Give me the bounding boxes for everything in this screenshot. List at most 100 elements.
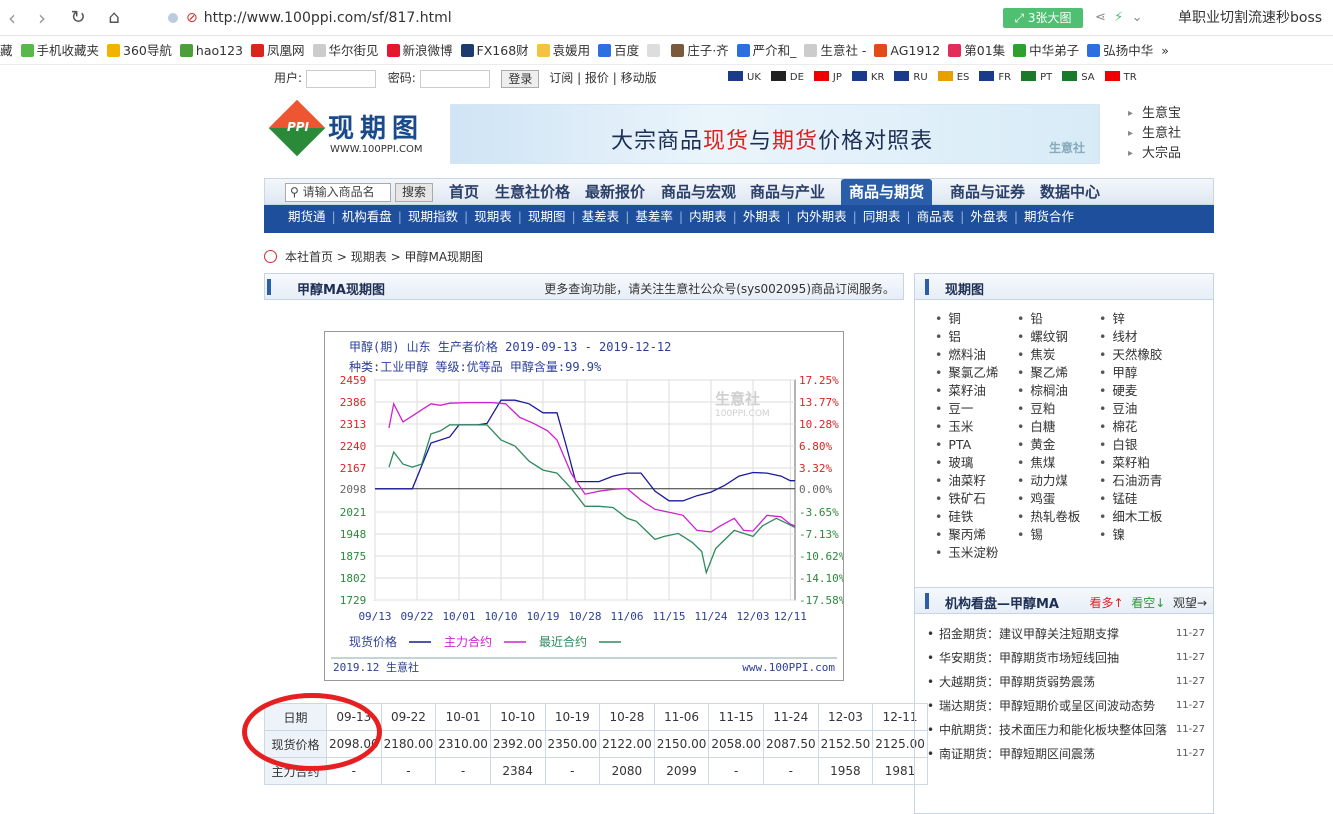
back-icon[interactable]: ‹ xyxy=(0,6,24,30)
nav-macro[interactable]: 商品与宏观 xyxy=(661,179,736,205)
bookmark-6[interactable]: 新浪微博 xyxy=(386,37,453,64)
address-bar[interactable]: ⊘ http://www.100ppi.com/sf/817.html xyxy=(160,7,990,29)
bookmark-2[interactable]: 360导航 xyxy=(107,37,172,64)
commodity-link[interactable]: PTA xyxy=(935,436,971,454)
bookmark-4[interactable]: 凤凰网 xyxy=(250,37,305,64)
commodity-link[interactable]: 豆油 xyxy=(1099,400,1137,418)
nav-industry[interactable]: 商品与产业 xyxy=(750,179,825,205)
institution-item[interactable]: 瑞达期货：甲醇短期价或呈区间波动态势 11-27 xyxy=(915,694,1213,718)
sub-nav-item-5[interactable]: 基差表 xyxy=(582,209,620,224)
nav-data[interactable]: 数据中心 xyxy=(1040,179,1100,205)
sub-nav-item-4[interactable]: 现期图 xyxy=(528,209,566,224)
commodity-link[interactable]: 螺纹钢 xyxy=(1017,328,1068,346)
header-banner[interactable]: 大宗商品现货与期货价格对照表 生意社 xyxy=(450,104,1100,164)
bookmark-18[interactable]: » xyxy=(1161,37,1169,64)
sub-nav-item-13[interactable]: 期货合作 xyxy=(1024,209,1074,224)
nav-futures[interactable]: 商品与期货 xyxy=(841,179,933,205)
commodity-link[interactable]: 玻璃 xyxy=(935,454,973,472)
commodity-link[interactable]: 天然橡胶 xyxy=(1099,346,1162,364)
commodity-link[interactable]: 棉花 xyxy=(1099,418,1137,436)
nav-prices[interactable]: 生意社价格 xyxy=(495,179,570,205)
commodity-link[interactable]: 石油沥青 xyxy=(1099,472,1162,490)
bookmark-13[interactable]: 生意社 - xyxy=(804,37,866,64)
commodity-link[interactable]: 聚氯乙烯 xyxy=(935,364,998,382)
flag-tr[interactable]: TR xyxy=(1104,66,1137,90)
commodity-link[interactable]: 棕榈油 xyxy=(1017,382,1068,400)
flag-de[interactable]: DE xyxy=(770,66,804,90)
password-input[interactable] xyxy=(419,69,490,88)
commodity-link[interactable]: 豆一 xyxy=(935,400,973,418)
commodity-link[interactable]: 菜籽粕 xyxy=(1099,454,1150,472)
bookmark-3[interactable]: hao123 xyxy=(179,37,243,64)
commodity-link[interactable]: 玉米 xyxy=(935,418,973,436)
sub-nav-item-8[interactable]: 外期表 xyxy=(743,209,781,224)
commodity-link[interactable]: 线材 xyxy=(1099,328,1137,346)
bookmark-11[interactable]: 庄子·齐 xyxy=(671,37,729,64)
commodity-link[interactable]: 白银 xyxy=(1099,436,1137,454)
commodity-search-input[interactable]: ⚲ 请输入商品名 xyxy=(285,183,391,202)
chevron-down-icon[interactable]: ⌄ xyxy=(1132,10,1143,25)
commodity-link[interactable]: 铝 xyxy=(935,328,961,346)
commodity-link[interactable]: 动力煤 xyxy=(1017,472,1068,490)
side-link-3[interactable]: 大宗品 xyxy=(1128,144,1181,164)
commodity-link[interactable]: 锰硅 xyxy=(1099,490,1137,508)
institution-item[interactable]: 华安期货：甲醇期货市场短线回抽 11-27 xyxy=(915,646,1213,670)
commodity-link[interactable]: 油菜籽 xyxy=(935,472,986,490)
site-logo[interactable]: PPI 现期图 WWW.100PPI.COM xyxy=(268,99,444,162)
bookmark-9[interactable]: 百度 xyxy=(598,37,639,64)
commodity-link[interactable]: 铅 xyxy=(1017,310,1043,328)
commodity-link[interactable]: 镍 xyxy=(1099,526,1125,544)
flag-kr[interactable]: KR xyxy=(851,66,884,90)
side-link-1[interactable]: 生意宝 xyxy=(1128,104,1181,124)
flag-ru[interactable]: RU xyxy=(894,66,928,90)
bookmark-8[interactable]: 袁媛用 xyxy=(536,37,590,64)
bookmark-17[interactable]: 弘扬中华 xyxy=(1087,37,1153,64)
search-button[interactable]: 搜索 xyxy=(395,183,433,202)
institution-item[interactable]: 大越期货：甲醇期货弱势震荡 11-27 xyxy=(915,670,1213,694)
watch-button[interactable]: 观望→ xyxy=(1173,596,1207,610)
side-link-2[interactable]: 生意社 xyxy=(1128,124,1181,144)
side-search-text[interactable]: 单职业切割流速秒boss xyxy=(1178,7,1322,29)
commodity-link[interactable]: 黄金 xyxy=(1017,436,1055,454)
bookmark-1[interactable]: 手机收藏夹 xyxy=(20,37,99,64)
bolt-icon[interactable]: ⚡ xyxy=(1114,10,1123,25)
commodity-link[interactable]: 铜 xyxy=(935,310,961,328)
nav-home[interactable]: 首页 xyxy=(449,179,479,205)
flag-pt[interactable]: PT xyxy=(1021,66,1052,90)
flag-jp[interactable]: JP xyxy=(813,66,842,90)
bookmark-16[interactable]: 中华弟子 xyxy=(1013,37,1079,64)
chart-panel-note[interactable]: 更多查询功能，请关注生意社公众号(sys002095)商品订阅服务。 xyxy=(544,280,895,297)
reload-icon[interactable]: ↻ xyxy=(66,6,90,30)
bookmark-7[interactable]: FX168财 xyxy=(460,37,529,64)
bull-button[interactable]: 看多↑ xyxy=(1090,596,1124,610)
commodity-link[interactable]: 鸡蛋 xyxy=(1017,490,1055,508)
bookmark-14[interactable]: AG1912 xyxy=(874,37,940,64)
nav-latest[interactable]: 最新报价 xyxy=(585,179,645,205)
flag-es[interactable]: ES xyxy=(937,66,969,90)
flag-sa[interactable]: SA xyxy=(1062,66,1095,90)
forward-icon[interactable]: › xyxy=(30,6,54,30)
sub-nav-item-7[interactable]: 内期表 xyxy=(689,209,727,224)
bookmark-15[interactable]: 第01集 xyxy=(948,37,1005,64)
bookmark-0[interactable]: 藏 xyxy=(0,37,13,64)
institution-item[interactable]: 南证期货：甲醇短期区间震荡 11-27 xyxy=(915,742,1213,766)
commodity-link[interactable]: 甲醇 xyxy=(1099,364,1137,382)
sub-nav-item-2[interactable]: 现期指数 xyxy=(408,209,458,224)
sub-nav-item-1[interactable]: 机构看盘 xyxy=(342,209,392,224)
commodity-link[interactable]: 锌 xyxy=(1099,310,1125,328)
commodity-link[interactable]: 热轧卷板 xyxy=(1017,508,1080,526)
bookmark-10[interactable] xyxy=(647,37,663,64)
crumb-home[interactable]: 本社首页 xyxy=(285,250,333,264)
sub-nav-item-6[interactable]: 基差率 xyxy=(635,209,673,224)
bear-button[interactable]: 看空↓ xyxy=(1131,596,1165,610)
institution-item[interactable]: 中航期货：技术面压力和能化板块整体回落 11-27 xyxy=(915,718,1213,742)
login-button[interactable]: 登录 xyxy=(501,69,540,88)
institution-item[interactable]: 招金期货：建议甲醇关注短期支撑 11-27 xyxy=(915,622,1213,646)
sub-nav-item-0[interactable]: 期货通 xyxy=(288,209,326,224)
user-input[interactable] xyxy=(305,69,376,88)
sub-nav-item-9[interactable]: 内外期表 xyxy=(797,209,847,224)
image-extension-button[interactable]: ⤢ 3张大图 xyxy=(1003,8,1083,28)
commodity-link[interactable]: 豆粕 xyxy=(1017,400,1055,418)
bookmark-12[interactable]: 严介和_ xyxy=(736,37,796,64)
sub-nav-item-3[interactable]: 现期表 xyxy=(474,209,512,224)
